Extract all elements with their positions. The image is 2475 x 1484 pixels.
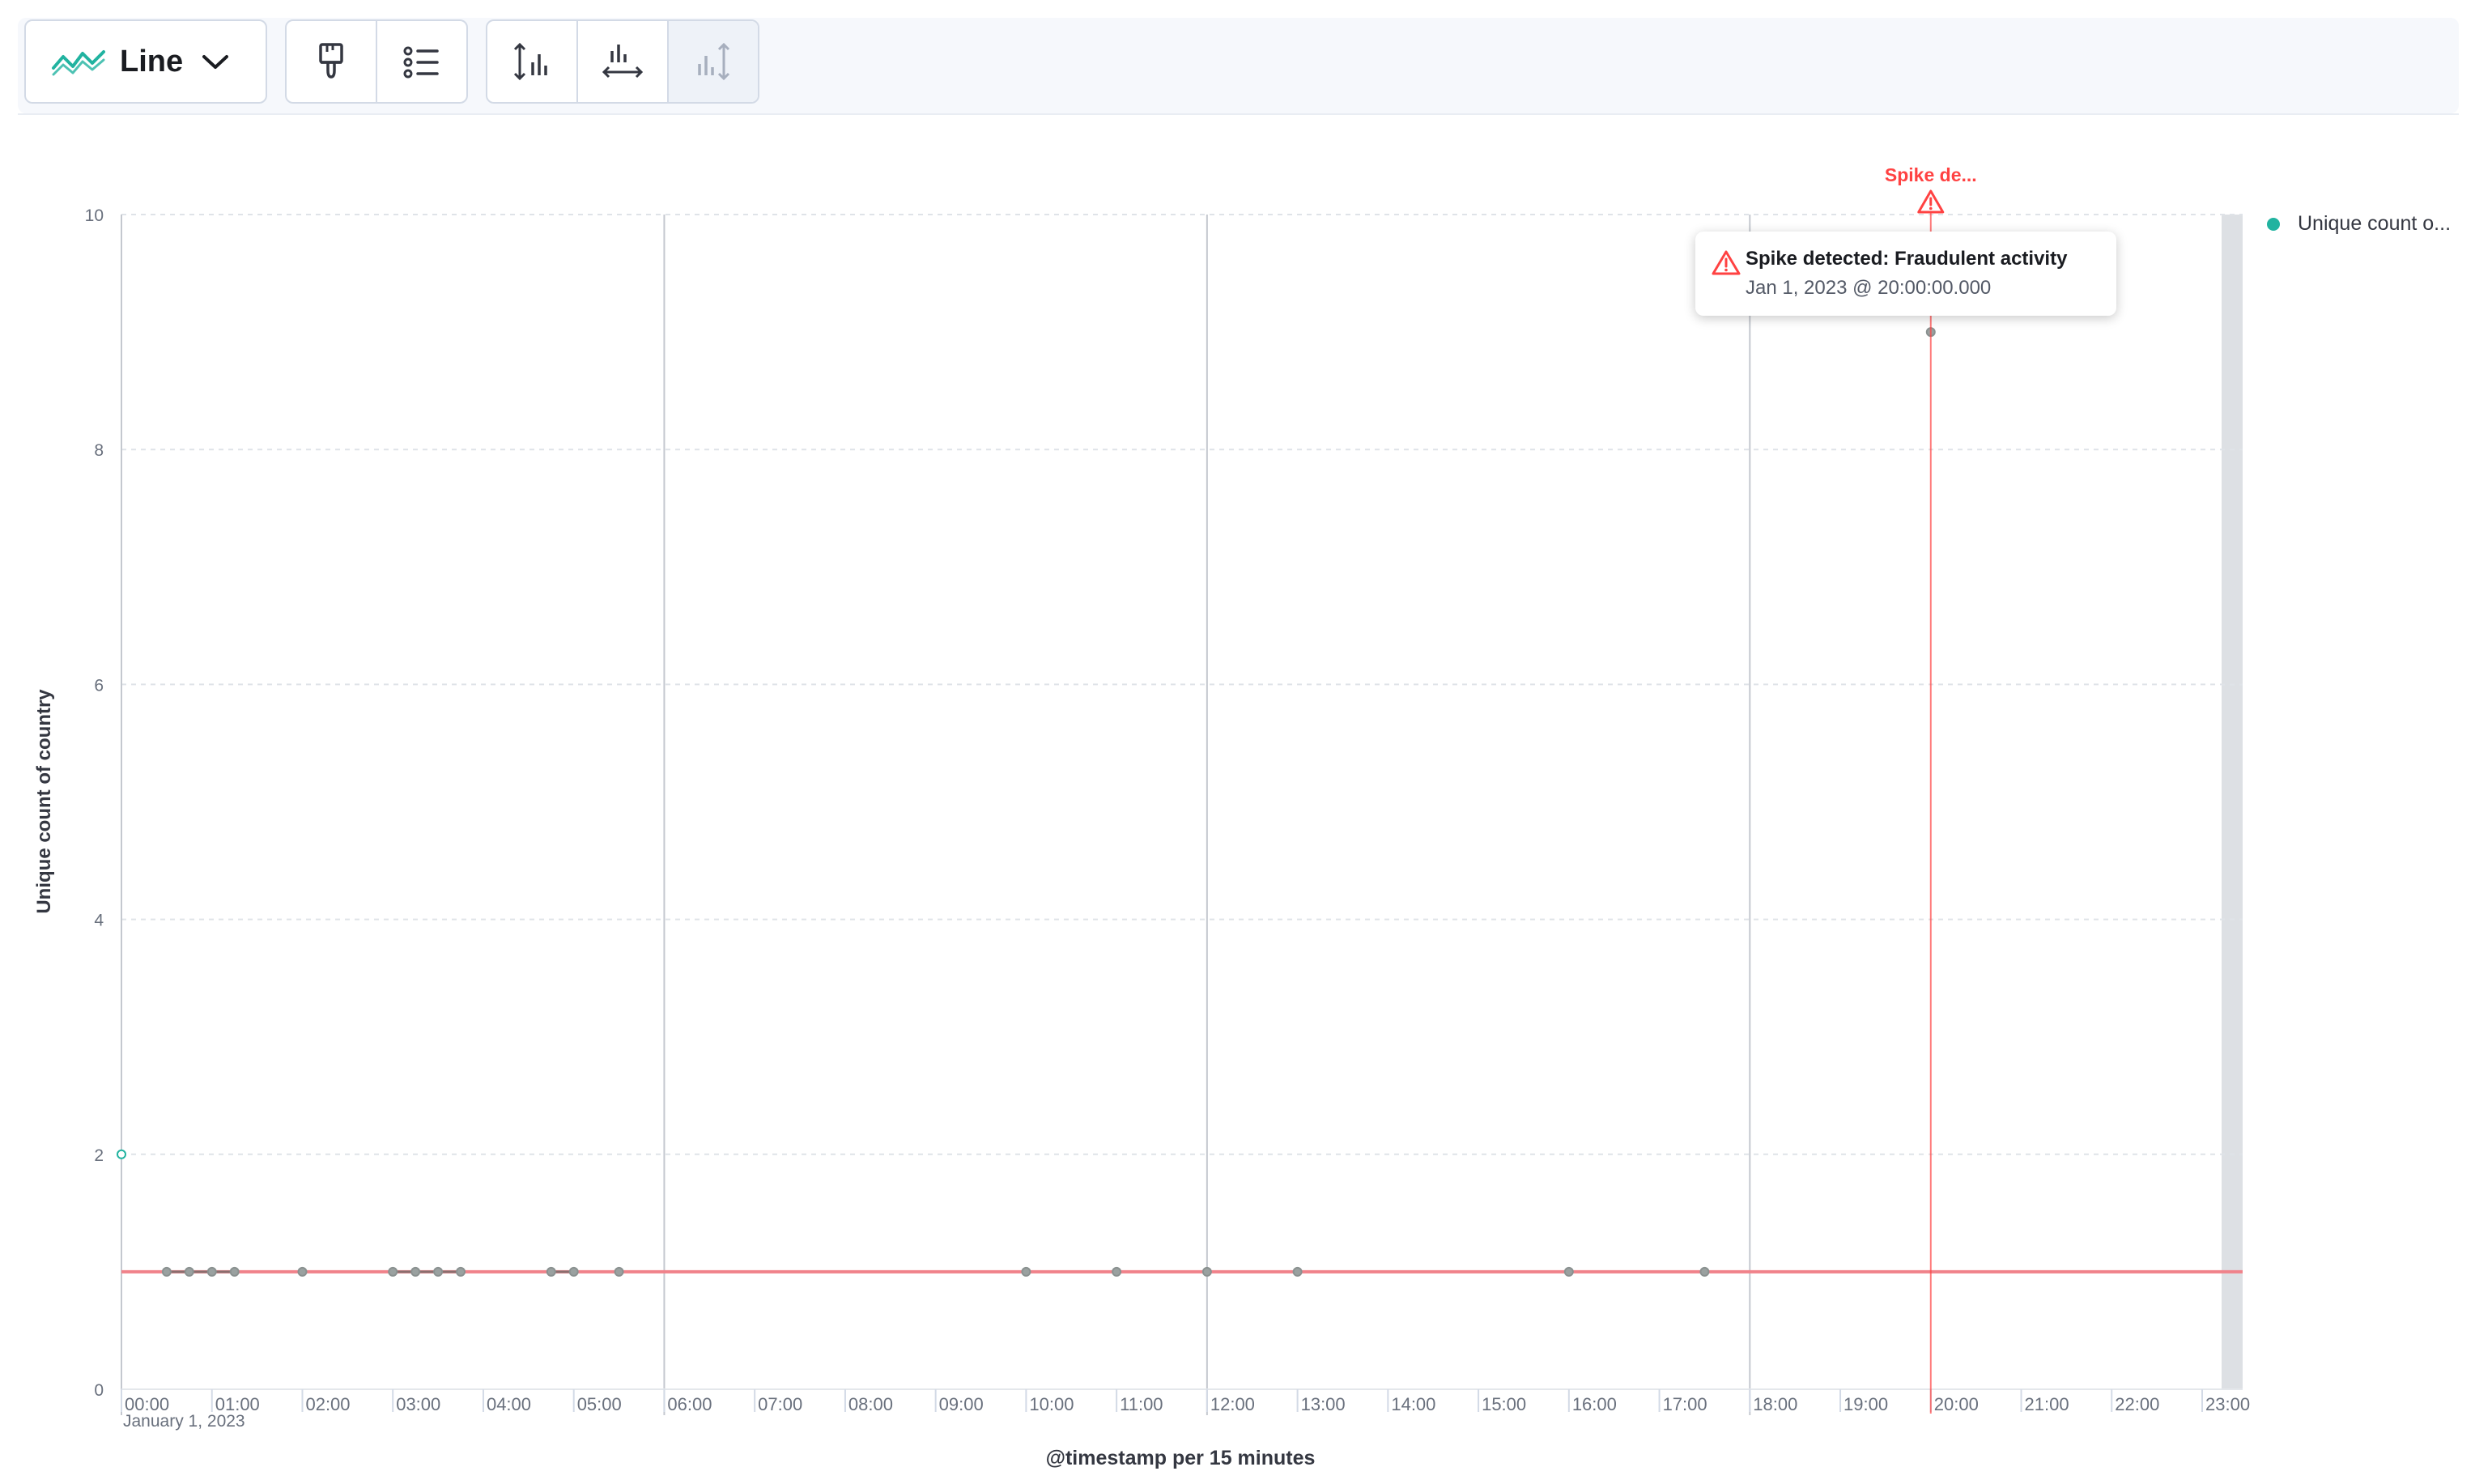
data-point: [161, 1266, 172, 1277]
data-point: [297, 1266, 308, 1277]
tooltip-time: Jan 1, 2023 @ 20:00:00.000: [1746, 277, 1992, 299]
x-tick-label: 07:00: [758, 1394, 802, 1414]
x-tick-label: 23:00: [2205, 1394, 2250, 1414]
end-band: [2222, 215, 2243, 1389]
data-point: [117, 1149, 126, 1159]
data-point: [614, 1266, 624, 1277]
warning-dot: [1929, 206, 1933, 210]
x-tick-label: 10:00: [1029, 1394, 1074, 1414]
data-point: [1699, 1266, 1710, 1277]
x-tick-label: 14:00: [1391, 1394, 1435, 1414]
x-axis-title: @timestamp per 15 minutes: [1046, 1447, 1316, 1469]
x-tick-label: 19:00: [1843, 1394, 1888, 1414]
y-tick-label: 2: [94, 1146, 104, 1165]
y-tick-label: 10: [85, 206, 104, 225]
data-point: [410, 1266, 421, 1277]
tooltip-title: Spike detected: Fraudulent activity: [1746, 248, 2068, 270]
data-point: [388, 1266, 398, 1277]
x-tick-label: 17:00: [1663, 1394, 1707, 1414]
data-point: [1563, 1266, 1574, 1277]
x-tick-label: 09:00: [939, 1394, 984, 1414]
y-tick-label: 6: [94, 676, 104, 695]
data-point: [1021, 1266, 1031, 1277]
annotation-tooltip: Spike detected: Fraudulent activity Jan …: [1695, 232, 2116, 316]
x-tick-label: 22:00: [2115, 1394, 2159, 1414]
x-tick-label: 13:00: [1301, 1394, 1346, 1414]
data-point: [568, 1266, 579, 1277]
y-tick-label: 8: [94, 441, 104, 460]
y-axis-title: Unique count of country: [33, 689, 55, 914]
annotation-label: Spike de...: [1885, 164, 1977, 185]
annotation-warning-icon[interactable]: [1917, 189, 1945, 214]
warning-icon: [1712, 249, 1741, 279]
line-chart: 024681000:00 01:00 02:00 03:00 04:00 05:00 06:…: [33, 164, 2250, 1469]
x-tick-label: 21:00: [2025, 1394, 2069, 1414]
data-point: [1112, 1266, 1122, 1277]
legend-item-label: Unique count o...: [2298, 212, 2452, 235]
y-tick-label: 0: [94, 1381, 104, 1400]
x-tick-label: 05:00: [577, 1394, 622, 1414]
x-tick-label: 20:00: [1934, 1394, 1979, 1414]
data-point: [433, 1266, 444, 1277]
x-tick-label: 11:00: [1120, 1394, 1163, 1414]
data-point: [1201, 1266, 1212, 1277]
x-tick-label: 18:00: [1753, 1394, 1797, 1414]
x-tick-label: 15:00: [1482, 1394, 1526, 1414]
y-tick-label: 4: [94, 912, 104, 930]
x-tick-label: 04:00: [487, 1394, 531, 1414]
data-point: [456, 1266, 466, 1277]
x-tick-label: 06:00: [667, 1394, 712, 1414]
x-tick-label: 12:00: [1210, 1394, 1255, 1414]
x-tick-label: 02:00: [305, 1394, 350, 1414]
x-tick-label: 16:00: [1572, 1394, 1617, 1414]
data-point: [184, 1266, 194, 1277]
legend-swatch: [2267, 217, 2280, 231]
x-tick-label: 03:00: [396, 1394, 440, 1414]
x-tick-label: 08:00: [848, 1394, 893, 1414]
x-date-label: January 1, 2023: [123, 1412, 245, 1431]
data-point: [1292, 1266, 1303, 1277]
legend[interactable]: Unique count o...: [2267, 212, 2451, 236]
data-point: [546, 1266, 556, 1277]
data-point: [229, 1266, 240, 1277]
data-point: [206, 1266, 217, 1277]
